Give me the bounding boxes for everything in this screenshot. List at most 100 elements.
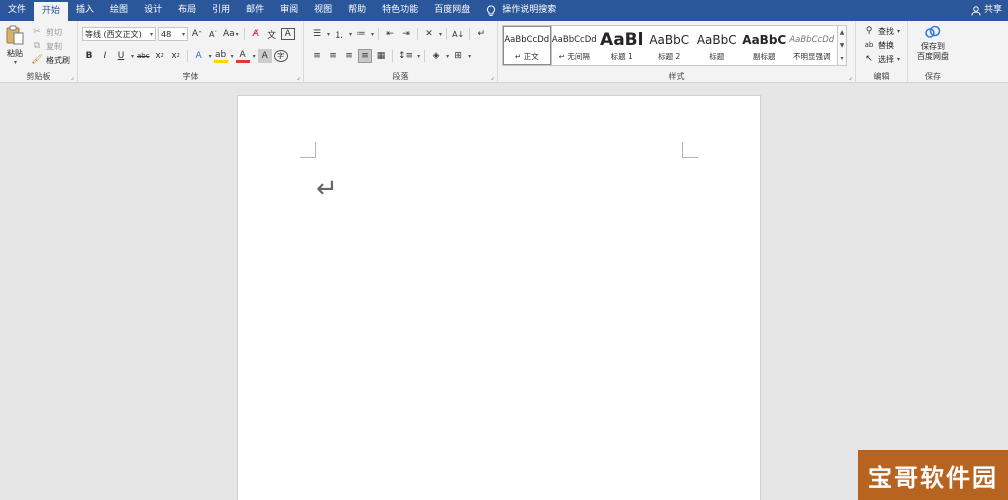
shrink-font-icon[interactable]: Aˇ bbox=[206, 27, 220, 41]
format-painter-button[interactable]: 🖌 格式刷 bbox=[30, 53, 70, 67]
chevron-down-icon[interactable]: ▾ bbox=[446, 53, 449, 60]
tab-references[interactable]: 引用 bbox=[204, 0, 238, 21]
save-group: 保存到 百度网盘 保存 bbox=[908, 21, 958, 83]
dialog-launcher-icon[interactable]: ⌟ bbox=[71, 73, 74, 81]
style-title[interactable]: AaBbC 标题 bbox=[693, 26, 741, 65]
borders-icon[interactable]: ⊞ bbox=[451, 49, 465, 63]
tab-insert[interactable]: 插入 bbox=[68, 0, 102, 21]
tab-home[interactable]: 开始 bbox=[34, 2, 69, 21]
text-effects-icon[interactable]: A bbox=[192, 49, 206, 63]
dialog-launcher-icon[interactable]: ⌟ bbox=[297, 73, 300, 81]
align-left-icon[interactable]: ≡ bbox=[310, 49, 324, 63]
multilevel-list-icon[interactable]: ≔ bbox=[354, 27, 368, 41]
grow-font-icon[interactable]: A ^ bbox=[190, 27, 204, 41]
editing-group-label: 编辑 bbox=[873, 72, 890, 81]
chevron-down-icon[interactable]: ▾ bbox=[349, 31, 352, 38]
style-heading-2[interactable]: AaBbC 标题 2 bbox=[646, 26, 694, 65]
chevron-down-icon[interactable]: ▾ bbox=[131, 53, 134, 60]
divider bbox=[446, 28, 448, 40]
style-normal[interactable]: AaBbCcDd ↵ 正文 bbox=[502, 25, 552, 66]
save-label-line2: 百度网盘 bbox=[917, 52, 949, 61]
dialog-launcher-icon[interactable]: ⌟ bbox=[491, 73, 494, 81]
chevron-down-icon[interactable]: ▾ bbox=[253, 53, 256, 60]
paste-button[interactable]: 粘贴 ▾ bbox=[4, 25, 26, 66]
character-shading-icon[interactable]: A bbox=[257, 49, 272, 63]
more-styles-icon[interactable]: ▾ bbox=[840, 55, 843, 62]
clear-formatting-icon[interactable]: A̸ bbox=[249, 27, 263, 41]
select-button[interactable]: ↖ 选择 ▾ bbox=[862, 52, 900, 66]
bold-icon[interactable]: B bbox=[82, 49, 96, 63]
tab-mailings[interactable]: 邮件 bbox=[238, 0, 272, 21]
chevron-down-icon[interactable]: ▾ bbox=[231, 53, 234, 60]
italic-icon[interactable]: I bbox=[98, 49, 112, 63]
subscript-icon[interactable]: x2 bbox=[153, 49, 167, 63]
tab-design[interactable]: 设计 bbox=[136, 0, 170, 21]
tell-me-label: 操作说明搜索 bbox=[502, 5, 557, 15]
numbering-icon[interactable]: ⒈ bbox=[332, 27, 346, 41]
clipboard-group-label: 剪贴板 bbox=[26, 72, 51, 81]
sort-icon[interactable]: A↓ bbox=[451, 27, 465, 41]
justify-icon[interactable]: ≡ bbox=[358, 49, 372, 63]
shading-icon[interactable]: ◈ bbox=[429, 49, 443, 63]
underline-icon[interactable]: U bbox=[114, 49, 128, 63]
enclose-characters-icon[interactable]: 字 bbox=[273, 50, 288, 62]
editing-group: ⚲ 查找 ▾ ab 替换 ↖ 选择 ▾ 编辑 bbox=[856, 21, 908, 83]
styles-gallery: AaBbCcDd ↵ 正文 AaBbCcDd ↵ 无间隔 AaBl 标题 1 A… bbox=[502, 25, 847, 66]
superscript-icon[interactable]: x2 bbox=[169, 49, 183, 63]
style-no-spacing[interactable]: AaBbCcDd ↵ 无间隔 bbox=[551, 26, 599, 65]
chevron-down-icon[interactable]: ▾ bbox=[371, 31, 374, 38]
share-button[interactable]: 共享 bbox=[971, 0, 1002, 21]
asian-layout-icon[interactable]: ✕ bbox=[422, 27, 436, 41]
style-subtle-emphasis[interactable]: AaBbCcDd 不明显强调 bbox=[788, 26, 836, 65]
font-group-label: 字体 bbox=[182, 72, 199, 81]
tab-help[interactable]: 帮助 bbox=[340, 0, 374, 21]
chevron-down-icon: ▾ bbox=[181, 30, 185, 38]
font-color-icon[interactable]: A bbox=[235, 49, 250, 63]
align-center-icon[interactable]: ≡ bbox=[326, 49, 340, 63]
divider bbox=[186, 50, 188, 62]
font-name-combo[interactable]: 等线 (西文正文) ▾ bbox=[82, 27, 156, 41]
phonetic-guide-icon[interactable]: 文 bbox=[265, 27, 279, 41]
find-button[interactable]: ⚲ 查找 ▾ bbox=[862, 24, 900, 38]
highlight-color-icon[interactable]: ab bbox=[213, 49, 228, 63]
margin-corner-top-right bbox=[682, 142, 698, 158]
chevron-down-icon[interactable]: ▾ bbox=[468, 53, 471, 60]
chevron-down-icon[interactable]: ▾ bbox=[439, 31, 442, 38]
document-page[interactable]: ↵ bbox=[237, 95, 761, 500]
style-subtitle[interactable]: AaBbC 副标题 bbox=[741, 26, 789, 65]
chevron-down-icon[interactable]: ▾ bbox=[5, 59, 26, 66]
scissors-icon: ✂ bbox=[33, 27, 41, 37]
chevron-down-icon[interactable]: ▾ bbox=[327, 31, 330, 38]
replace-button[interactable]: ab 替换 bbox=[862, 38, 894, 52]
tab-features[interactable]: 特色功能 bbox=[374, 0, 426, 21]
scroll-down-icon[interactable]: ▼ bbox=[840, 42, 845, 49]
tab-baidu-netdisk[interactable]: 百度网盘 bbox=[426, 0, 478, 21]
strikethrough-icon[interactable]: abc bbox=[136, 49, 151, 63]
tab-view[interactable]: 视图 bbox=[306, 0, 340, 21]
save-to-baidu-button[interactable]: 保存到 百度网盘 bbox=[910, 25, 956, 62]
chevron-down-icon[interactable]: ▾ bbox=[417, 53, 420, 60]
copy-button[interactable]: ⧉ 复制 bbox=[30, 39, 62, 53]
tab-draw[interactable]: 绘图 bbox=[102, 0, 136, 21]
distributed-icon[interactable]: ▦ bbox=[374, 49, 388, 63]
cloud-icon bbox=[925, 25, 941, 38]
tell-me-search[interactable]: 操作说明搜索 bbox=[478, 0, 564, 21]
increase-indent-icon[interactable]: ⇥ bbox=[399, 27, 413, 41]
show-marks-icon[interactable]: ↵ bbox=[474, 27, 488, 41]
chevron-down-icon[interactable]: ▾ bbox=[209, 53, 212, 60]
dialog-launcher-icon[interactable]: ⌟ bbox=[849, 73, 852, 81]
style-name-text: 正文 bbox=[523, 52, 539, 61]
cut-button[interactable]: ✂ 剪切 bbox=[30, 25, 62, 39]
tab-review[interactable]: 审阅 bbox=[272, 0, 306, 21]
line-spacing-icon[interactable]: ↕≡ bbox=[397, 49, 414, 63]
align-right-icon[interactable]: ≡ bbox=[342, 49, 356, 63]
scroll-up-icon[interactable]: ▲ bbox=[840, 29, 845, 36]
tab-layout[interactable]: 布局 bbox=[170, 0, 204, 21]
style-heading-1[interactable]: AaBl 标题 1 bbox=[598, 26, 646, 65]
tab-file[interactable]: 文件 bbox=[0, 0, 34, 21]
change-case-icon[interactable]: Aa ▾ bbox=[222, 27, 240, 41]
bullets-icon[interactable]: ☰ bbox=[310, 27, 324, 41]
decrease-indent-icon[interactable]: ⇤ bbox=[383, 27, 397, 41]
font-size-combo[interactable]: 48 ▾ bbox=[158, 27, 188, 41]
character-border-icon[interactable]: A bbox=[280, 28, 295, 40]
